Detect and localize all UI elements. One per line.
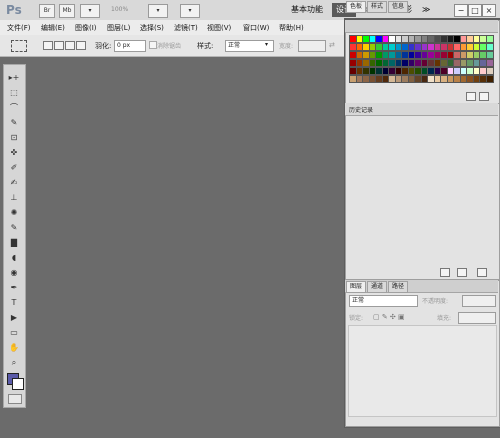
view-extras-button[interactable]: ▾ bbox=[80, 4, 100, 18]
app-logo: Ps bbox=[6, 3, 22, 17]
tab-info[interactable]: 信息 bbox=[388, 1, 409, 13]
feather-input[interactable]: 0 px bbox=[114, 40, 146, 52]
antialias-label: 消除锯齿 bbox=[157, 43, 182, 50]
tab-channels[interactable]: 通道 bbox=[367, 281, 388, 293]
lock-icons[interactable]: ▢ ✎ ✣ ▣ bbox=[373, 313, 405, 321]
feather-label: 羽化: bbox=[95, 42, 112, 50]
tool-10[interactable]: ✎ bbox=[5, 222, 23, 233]
swatch[interactable] bbox=[485, 43, 494, 51]
tool-2[interactable]: ⌒ bbox=[5, 102, 23, 113]
swatch[interactable] bbox=[485, 67, 494, 75]
create-document-icon[interactable] bbox=[457, 268, 467, 277]
new-selection-icon[interactable] bbox=[43, 41, 53, 50]
opacity-input[interactable] bbox=[462, 295, 496, 307]
width-input[interactable] bbox=[298, 40, 326, 52]
tool-6[interactable]: ✐ bbox=[5, 162, 23, 173]
history-title: 历史记录 bbox=[349, 107, 374, 114]
menu-window[interactable]: 窗口(W) bbox=[243, 23, 269, 33]
new-snapshot-icon[interactable] bbox=[440, 268, 450, 277]
fill-label: 填充: bbox=[437, 315, 452, 322]
delete-swatch-icon[interactable] bbox=[479, 92, 489, 101]
minimize-button[interactable]: − bbox=[454, 4, 468, 17]
new-swatch-icon[interactable] bbox=[466, 92, 476, 101]
background-color-swatch[interactable] bbox=[12, 378, 24, 390]
tool-15[interactable]: T bbox=[5, 297, 23, 308]
add-to-selection-icon[interactable] bbox=[54, 41, 64, 50]
quick-mask-icon[interactable] bbox=[8, 394, 22, 404]
mini-bridge-button[interactable]: Mb bbox=[59, 4, 75, 18]
workspace-more[interactable]: ≫ bbox=[418, 3, 434, 17]
swatch[interactable] bbox=[485, 59, 494, 67]
tab-layers[interactable]: 图层 bbox=[346, 281, 367, 293]
tool-18[interactable]: ✋ bbox=[5, 342, 23, 353]
style-label: 样式: bbox=[197, 42, 214, 50]
delete-state-icon[interactable] bbox=[477, 268, 487, 277]
tool-1[interactable]: ⬚ bbox=[5, 87, 23, 98]
swap-icon[interactable]: ⇄ bbox=[329, 41, 335, 49]
tool-9[interactable]: ✺ bbox=[5, 207, 23, 218]
history-panel bbox=[345, 103, 500, 280]
tool-3[interactable]: ✎ bbox=[5, 117, 23, 128]
antialias-checkbox[interactable] bbox=[149, 41, 157, 49]
blend-mode-select[interactable]: 正常 bbox=[349, 295, 418, 307]
width-label: 宽度: bbox=[279, 43, 294, 50]
tool-11[interactable]: ▇ bbox=[5, 237, 23, 248]
tool-17[interactable]: ▭ bbox=[5, 327, 23, 338]
tool-19[interactable]: ⌕ bbox=[5, 357, 23, 368]
menu-image[interactable]: 图像(I) bbox=[75, 23, 97, 33]
menu-help[interactable]: 帮助(H) bbox=[279, 23, 304, 33]
swatches-tabs bbox=[345, 20, 498, 33]
subtract-from-selection-icon[interactable] bbox=[65, 41, 75, 50]
opacity-label: 不透明度: bbox=[422, 298, 449, 305]
tab-paths[interactable]: 路径 bbox=[388, 281, 409, 293]
lock-label: 锁定: bbox=[349, 315, 364, 322]
swatch[interactable] bbox=[485, 75, 494, 83]
arrange-documents-button[interactable]: ▾ bbox=[148, 4, 168, 18]
layers-list[interactable] bbox=[348, 325, 497, 417]
tool-7[interactable]: ✍ bbox=[5, 177, 23, 188]
intersect-selection-icon[interactable] bbox=[76, 41, 86, 50]
marquee-tool-preset-icon[interactable] bbox=[11, 40, 27, 52]
tool-4[interactable]: ⊡ bbox=[5, 132, 23, 143]
tool-12[interactable]: ◖ bbox=[5, 252, 23, 263]
tool-14[interactable]: ✒ bbox=[5, 282, 23, 293]
zoom-level[interactable]: 100% bbox=[111, 6, 128, 13]
swatch[interactable] bbox=[485, 51, 494, 59]
menu-edit[interactable]: 编辑(E) bbox=[41, 23, 65, 33]
workspace-essentials[interactable]: 基本功能 bbox=[287, 3, 327, 17]
menu-select[interactable]: 选择(S) bbox=[140, 23, 164, 33]
close-button[interactable]: × bbox=[482, 4, 496, 17]
menu-view[interactable]: 视图(V) bbox=[207, 23, 231, 33]
chevron-down-icon: ▾ bbox=[265, 41, 269, 48]
screen-mode-button[interactable]: ▾ bbox=[180, 4, 200, 18]
tool-5[interactable]: ✜ bbox=[5, 147, 23, 158]
maximize-button[interactable]: □ bbox=[468, 4, 482, 17]
bridge-button[interactable]: Br bbox=[39, 4, 55, 18]
tool-16[interactable]: ▶ bbox=[5, 312, 23, 323]
fill-input[interactable] bbox=[458, 312, 496, 324]
tab-styles[interactable]: 样式 bbox=[367, 1, 388, 13]
tool-8[interactable]: ⊥ bbox=[5, 192, 23, 203]
swatch[interactable] bbox=[485, 35, 494, 43]
menu-file[interactable]: 文件(F) bbox=[7, 23, 31, 33]
menu-filter[interactable]: 滤镜(T) bbox=[174, 23, 198, 33]
tool-0[interactable]: ▸+ bbox=[5, 72, 23, 83]
tool-13[interactable]: ◉ bbox=[5, 267, 23, 278]
tab-swatches[interactable]: 色板 bbox=[346, 1, 367, 13]
menu-layer[interactable]: 图层(L) bbox=[107, 23, 130, 33]
